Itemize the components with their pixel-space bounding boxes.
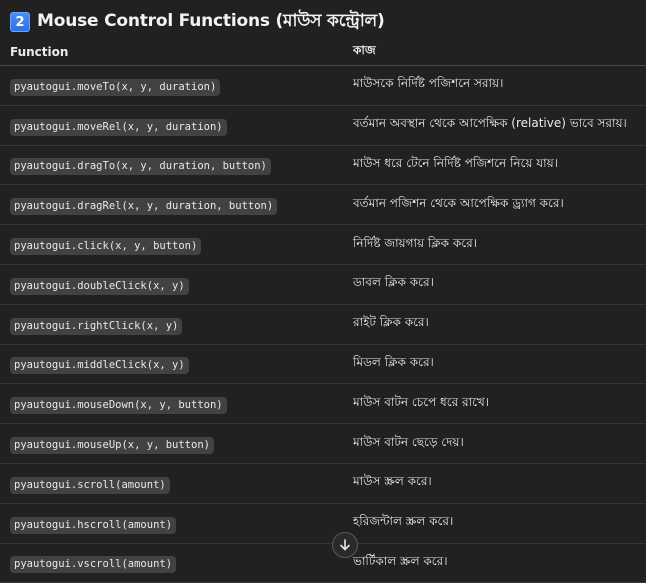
- function-description: নির্দিষ্ট জায়গায় ক্লিক করে।: [343, 224, 646, 265]
- function-code: pyautogui.dragRel(x, y, duration, button…: [10, 198, 278, 216]
- header-description: কাজ: [343, 38, 646, 66]
- table-row: pyautogui.scroll(amount) মাউস স্ক্রল করে…: [0, 463, 646, 504]
- table-row: pyautogui.hscroll(amount) হরিজন্টাল স্ক্…: [0, 503, 646, 544]
- section-number-badge: 2: [10, 12, 30, 32]
- function-code: pyautogui.doubleClick(x, y): [10, 277, 189, 295]
- function-description: রাইট ক্লিক করে।: [343, 304, 646, 345]
- function-code: pyautogui.scroll(amount): [10, 476, 170, 494]
- function-description: ভার্টিকাল স্ক্রল করে।: [343, 543, 646, 583]
- table-row: pyautogui.mouseUp(x, y, button) মাউস বাট…: [0, 423, 646, 464]
- table-row: pyautogui.middleClick(x, y) মিডল ক্লিক ক…: [0, 344, 646, 385]
- function-description: মাউসকে নির্দিষ্ট পজিশনে সরায়।: [343, 65, 646, 106]
- function-code: pyautogui.vscroll(amount): [10, 556, 177, 574]
- function-description: বর্তমান অবস্থান থেকে আপেক্ষিক (relative)…: [343, 105, 646, 146]
- function-code: pyautogui.mouseUp(x, y, button): [10, 437, 214, 455]
- table-row: pyautogui.click(x, y, button) নির্দিষ্ট …: [0, 224, 646, 265]
- function-code: pyautogui.rightClick(x, y): [10, 317, 183, 335]
- function-code: pyautogui.moveTo(x, y, duration): [10, 78, 221, 96]
- arrow-down-icon: [340, 539, 350, 551]
- function-description: মাউস স্ক্রল করে।: [343, 463, 646, 504]
- header-function: Function: [0, 38, 343, 66]
- table-row: pyautogui.vscroll(amount) ভার্টিকাল স্ক্…: [0, 543, 646, 583]
- function-description: ডাবল ক্লিক করে।: [343, 264, 646, 305]
- section-title: Mouse Control Functions (মাউস কন্ট্রোল): [37, 11, 385, 31]
- function-description: বর্তমান পজিশন থেকে আপেক্ষিক ড্র্যাগ করে।: [343, 184, 646, 226]
- function-description: মাউস বাটন ছেড়ে দেয়।: [343, 423, 646, 464]
- function-code: pyautogui.dragTo(x, y, duration, button): [10, 158, 271, 176]
- chat-content: 2 Mouse Control Functions (মাউস কন্ট্রোল…: [0, 0, 646, 583]
- section-heading: 2 Mouse Control Functions (মাউস কন্ট্রোল…: [10, 8, 385, 36]
- table-row: pyautogui.mouseDown(x, y, button) মাউস ব…: [0, 383, 646, 425]
- scroll-to-bottom-button[interactable]: [332, 532, 358, 558]
- function-description: হরিজন্টাল স্ক্রল করে।: [343, 503, 646, 544]
- table-row: pyautogui.dragTo(x, y, duration, button)…: [0, 145, 646, 186]
- function-code: pyautogui.hscroll(amount): [10, 516, 177, 534]
- function-description: মিডল ক্লিক করে।: [343, 344, 646, 385]
- table-row: pyautogui.moveRel(x, y, duration) বর্তমা…: [0, 105, 646, 146]
- table-header-row: Function কাজ: [0, 38, 646, 66]
- function-code: pyautogui.mouseDown(x, y, button): [10, 397, 227, 415]
- function-code: pyautogui.moveRel(x, y, duration): [10, 118, 227, 136]
- table-row: pyautogui.rightClick(x, y) রাইট ক্লিক কর…: [0, 304, 646, 345]
- functions-table: Function কাজ pyautogui.moveTo(x, y, dura…: [0, 38, 646, 583]
- table-row: pyautogui.doubleClick(x, y) ডাবল ক্লিক ক…: [0, 264, 646, 305]
- function-description: মাউস বাটন চেপে ধরে রাখে।: [343, 383, 646, 425]
- function-description: মাউস ধরে টেনে নির্দিষ্ট পজিশনে নিয়ে যায…: [343, 145, 646, 186]
- table-row: pyautogui.dragRel(x, y, duration, button…: [0, 184, 646, 226]
- table-row: pyautogui.moveTo(x, y, duration) মাউসকে …: [0, 65, 646, 106]
- function-code: pyautogui.middleClick(x, y): [10, 357, 189, 375]
- function-code: pyautogui.click(x, y, button): [10, 238, 202, 256]
